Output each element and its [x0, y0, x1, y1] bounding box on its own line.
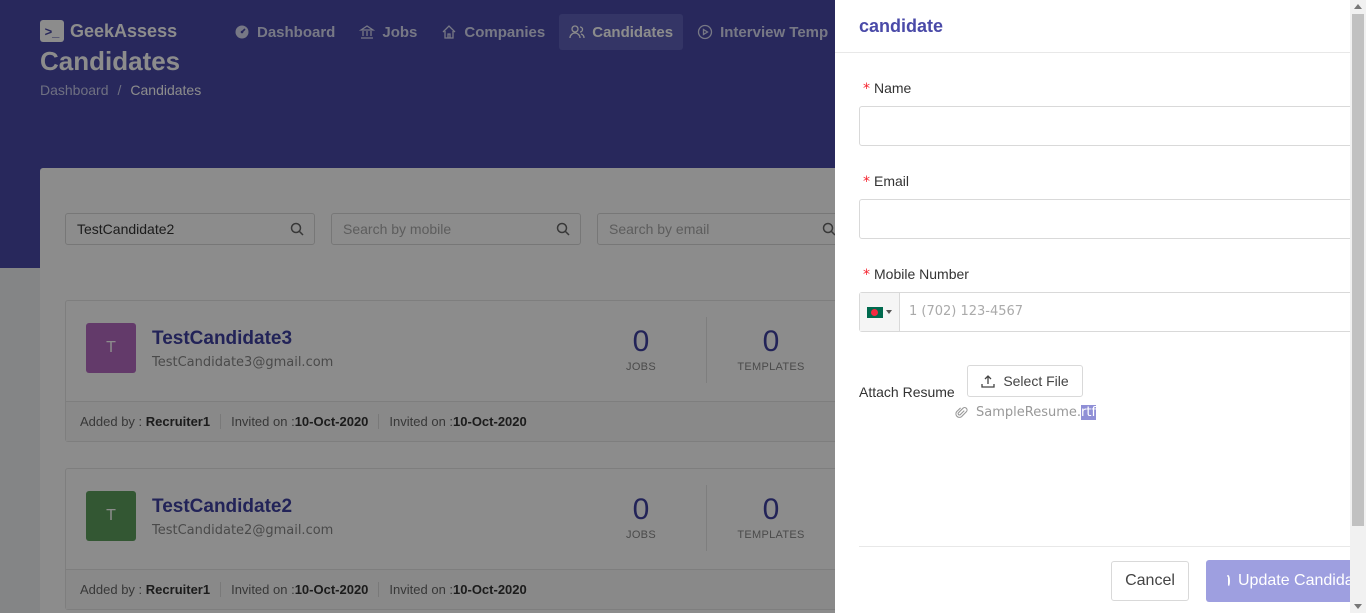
scroll-down-icon[interactable]	[1354, 604, 1362, 609]
scroll-up-icon[interactable]	[1354, 4, 1362, 9]
paperclip-icon	[955, 407, 968, 418]
flag-icon	[867, 306, 883, 318]
scrollbar[interactable]	[1350, 0, 1366, 613]
cancel-button[interactable]: Cancel	[1111, 561, 1189, 601]
candidate-drawer: candidate * Name * Email * Mobile Number 1 …	[835, 0, 1366, 613]
loading-spinner-icon	[1226, 575, 1230, 587]
divider	[859, 546, 1350, 547]
attach-resume-label: Attach Resume	[859, 384, 955, 400]
divider	[835, 52, 1350, 53]
mobile-field[interactable]: 1 (702) 123-4567	[859, 292, 1359, 332]
attached-file[interactable]: SampleResume.rtf	[955, 405, 1097, 420]
upload-icon	[981, 375, 995, 388]
email-label: * Email	[863, 173, 910, 190]
name-field[interactable]	[859, 106, 1359, 146]
name-label: * Name	[863, 80, 912, 97]
email-field[interactable]	[859, 199, 1359, 239]
drawer-mask[interactable]	[0, 0, 835, 613]
select-file-button[interactable]: Select File	[967, 365, 1083, 397]
scrollbar-thumb[interactable]	[1352, 14, 1364, 526]
mobile-label: * Mobile Number	[863, 266, 969, 283]
caret-down-icon	[886, 310, 892, 314]
drawer-title: candidate	[859, 16, 944, 36]
country-selector[interactable]	[860, 293, 900, 331]
update-candidate-button[interactable]: Update Candidate	[1206, 560, 1366, 602]
mobile-placeholder: 1 (702) 123-4567	[909, 304, 1024, 319]
